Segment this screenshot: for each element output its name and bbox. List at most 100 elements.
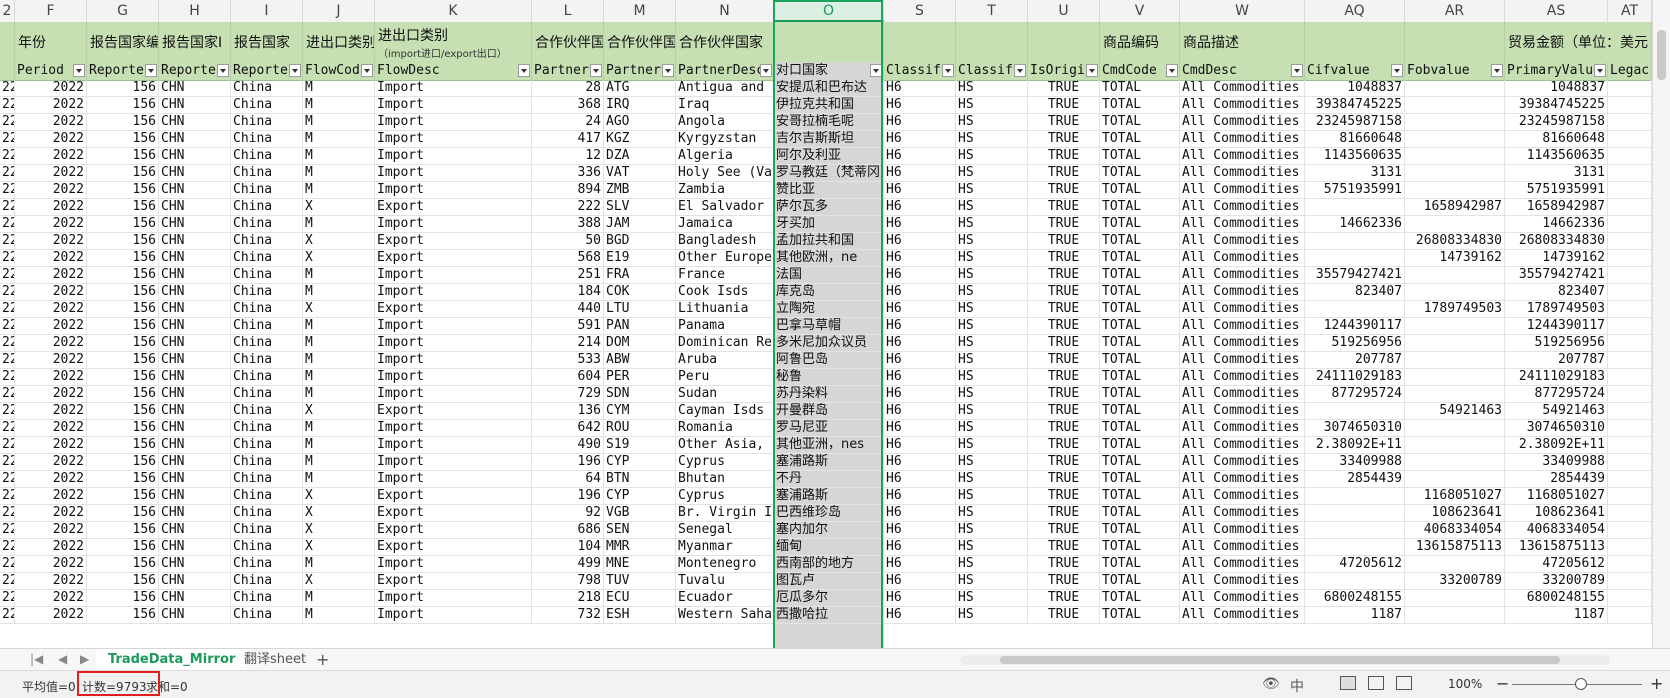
table-cell[interactable] <box>1608 131 1652 147</box>
table-cell[interactable]: 196 <box>532 454 604 470</box>
table-cell[interactable]: PAN <box>604 318 676 334</box>
table-cell[interactable]: TOTAL <box>1100 403 1180 419</box>
table-cell[interactable]: 417 <box>532 131 604 147</box>
horizontal-scroll-thumb[interactable] <box>1000 656 1560 664</box>
table-cell[interactable]: China <box>231 301 303 317</box>
table-cell[interactable]: Import <box>375 131 532 147</box>
table-cell[interactable] <box>1405 165 1505 181</box>
table-cell[interactable] <box>1608 573 1652 589</box>
table-cell[interactable] <box>1608 301 1652 317</box>
table-cell[interactable]: 罗马教廷（梵蒂冈） <box>774 165 884 181</box>
table-cell[interactable]: Import <box>375 471 532 487</box>
table-cell[interactable]: 3131 <box>1305 165 1405 181</box>
table-cell[interactable]: 塞浦路斯 <box>774 488 884 504</box>
table-cell[interactable]: All Commodities <box>1180 437 1305 453</box>
table-cell[interactable]: H6 <box>884 267 956 283</box>
filter-dropdown-icon[interactable] <box>1491 64 1503 77</box>
table-cell[interactable]: TOTAL <box>1100 97 1180 113</box>
table-cell[interactable]: M <box>303 267 375 283</box>
table-cell[interactable]: HS <box>956 182 1028 198</box>
table-cell[interactable]: ESH <box>604 607 676 623</box>
table-cell[interactable]: 156 <box>87 386 159 402</box>
table-cell[interactable]: HS <box>956 250 1028 266</box>
table-cell[interactable]: All Commodities <box>1180 573 1305 589</box>
filter-dropdown-icon[interactable] <box>1166 64 1178 77</box>
table-cell[interactable]: Import <box>375 352 532 368</box>
table-cell[interactable]: M <box>303 590 375 606</box>
table-cell[interactable]: 823407 <box>1305 284 1405 300</box>
table-cell[interactable] <box>1405 369 1505 385</box>
table-cell[interactable]: Export <box>375 488 532 504</box>
table-cell[interactable]: 2.38092E+11 <box>1505 437 1608 453</box>
table-cell[interactable]: 22 <box>0 556 15 572</box>
table-cell[interactable]: 336 <box>532 165 604 181</box>
table-cell[interactable]: Import <box>375 386 532 402</box>
table-cell[interactable]: BGD <box>604 233 676 249</box>
table-cell[interactable]: TOTAL <box>1100 386 1180 402</box>
table-cell[interactable]: 499 <box>532 556 604 572</box>
table-cell[interactable]: TRUE <box>1028 97 1100 113</box>
table-cell[interactable]: HS <box>956 114 1028 130</box>
table-cell[interactable]: 54921463 <box>1505 403 1608 419</box>
table-cell[interactable]: 156 <box>87 556 159 572</box>
table-cell[interactable]: 156 <box>87 471 159 487</box>
table-cell[interactable]: Bangladesh <box>676 233 774 249</box>
table-cell[interactable]: 立陶宛 <box>774 301 884 317</box>
table-cell[interactable]: 其他亚洲，nes <box>774 437 884 453</box>
table-cell[interactable]: 156 <box>87 369 159 385</box>
table-cell[interactable]: 22 <box>0 131 15 147</box>
table-cell[interactable]: H6 <box>884 403 956 419</box>
table-cell[interactable]: 156 <box>87 522 159 538</box>
table-cell[interactable]: 156 <box>87 607 159 623</box>
table-cell[interactable]: 22 <box>0 522 15 538</box>
table-cell[interactable]: Holy See (Vatican) <box>676 165 774 181</box>
table-cell[interactable]: 368 <box>532 97 604 113</box>
table-cell[interactable]: Import <box>375 607 532 623</box>
field-cell-at[interactable]: Legac <box>1608 62 1652 80</box>
table-cell[interactable]: 3131 <box>1505 165 1608 181</box>
table-cell[interactable]: 23245987158 <box>1305 114 1405 130</box>
table-cell[interactable]: 22 <box>0 369 15 385</box>
table-cell[interactable]: 156 <box>87 437 159 453</box>
table-cell[interactable]: 6800248155 <box>1305 590 1405 606</box>
table-cell[interactable] <box>1608 114 1652 130</box>
table-cell[interactable] <box>1608 454 1652 470</box>
table-cell[interactable]: Kyrgyzstan <box>676 131 774 147</box>
table-cell[interactable]: CHN <box>159 114 231 130</box>
table-cell[interactable]: All Commodities <box>1180 471 1305 487</box>
title-cell-ar[interactable] <box>1405 22 1505 62</box>
zoom-level[interactable]: 100% <box>1448 677 1482 691</box>
table-cell[interactable]: 156 <box>87 505 159 521</box>
table-cell[interactable]: 2022 <box>15 233 87 249</box>
table-cell[interactable]: CYP <box>604 488 676 504</box>
table-cell[interactable] <box>1305 488 1405 504</box>
table-cell[interactable]: Export <box>375 199 532 215</box>
table-cell[interactable]: 14739162 <box>1505 250 1608 266</box>
filter-dropdown-icon[interactable] <box>1086 64 1098 77</box>
table-cell[interactable]: 14662336 <box>1505 216 1608 232</box>
table-cell[interactable]: 2022 <box>15 250 87 266</box>
table-cell[interactable]: TOTAL <box>1100 539 1180 555</box>
table-cell[interactable]: 厄瓜多尔 <box>774 590 884 606</box>
table-cell[interactable]: Export <box>375 573 532 589</box>
column-letter-s[interactable]: S <box>884 0 956 22</box>
table-cell[interactable]: All Commodities <box>1180 352 1305 368</box>
table-cell[interactable]: CHN <box>159 284 231 300</box>
table-cell[interactable]: 孟加拉共和国 <box>774 233 884 249</box>
table-cell[interactable]: 519256956 <box>1305 335 1405 351</box>
table-cell[interactable]: 3074650310 <box>1505 420 1608 436</box>
table-cell[interactable]: CHN <box>159 352 231 368</box>
table-cell[interactable]: China <box>231 522 303 538</box>
table-cell[interactable]: TOTAL <box>1100 80 1180 96</box>
field-cell-m[interactable]: Partner <box>604 62 676 80</box>
title-cell-o[interactable] <box>774 22 884 62</box>
table-cell[interactable]: M <box>303 369 375 385</box>
table-cell[interactable]: Peru <box>676 369 774 385</box>
table-cell[interactable]: TRUE <box>1028 573 1100 589</box>
table-cell[interactable] <box>1608 369 1652 385</box>
title-cell-u[interactable] <box>1028 22 1100 62</box>
table-cell[interactable]: TOTAL <box>1100 573 1180 589</box>
table-cell[interactable]: 156 <box>87 318 159 334</box>
table-cell[interactable]: TOTAL <box>1100 318 1180 334</box>
table-cell[interactable]: TOTAL <box>1100 131 1180 147</box>
